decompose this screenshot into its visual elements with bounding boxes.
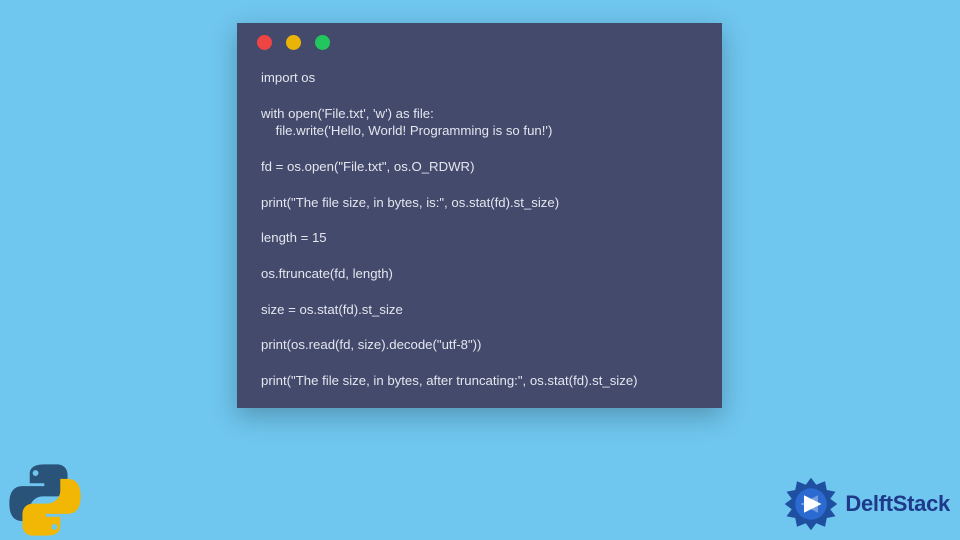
minimize-icon[interactable] (286, 35, 301, 50)
code-window: import os with open('File.txt', 'w') as … (237, 23, 722, 408)
code-block: import os with open('File.txt', 'w') as … (237, 61, 722, 390)
python-logo-icon (0, 460, 90, 540)
brand-gear-icon (783, 476, 839, 532)
brand-name: DelftStack (845, 491, 950, 517)
window-titlebar (237, 23, 722, 61)
brand-badge: DelftStack (783, 476, 950, 532)
close-icon[interactable] (257, 35, 272, 50)
zoom-icon[interactable] (315, 35, 330, 50)
